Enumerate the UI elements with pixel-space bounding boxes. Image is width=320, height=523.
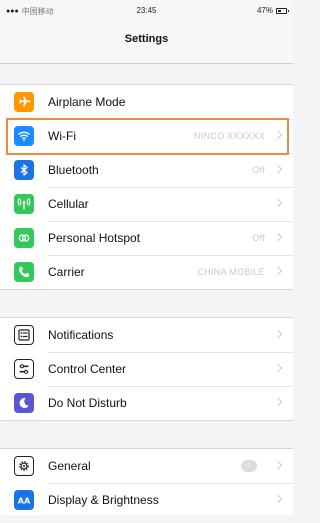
settings-row-cellular[interactable]: Cellular [0,187,293,221]
settings-row-wifi[interactable]: Wi-Fi NINCO XXXXXX [0,119,293,153]
settings-group-notifications: Notifications Control Center Do Not Dist… [0,317,293,421]
cellular-antenna-icon [14,194,34,214]
nav-bar: Settings [0,20,293,64]
page-title: Settings [124,33,169,45]
bottom-edge [0,515,293,523]
wifi-icon [14,126,34,146]
settings-row-do-not-disturb[interactable]: Do Not Disturb [0,386,293,420]
chevron-right-icon [273,232,283,242]
settings-row-label: Display & Brightness [48,493,159,507]
settings-row-carrier[interactable]: Carrier CHINA MOBILE [0,255,293,289]
settings-row-label: Bluetooth [48,163,99,177]
settings-row-control-center[interactable]: Control Center [0,352,293,386]
chevron-right-icon [273,397,283,407]
status-right: 47% [256,6,289,15]
gear-icon [14,456,34,476]
status-time: 23:45 [136,6,157,15]
settings-row-label: Carrier [48,265,85,279]
settings-row-personal-hotspot[interactable]: Personal Hotspot Off [0,221,293,255]
settings-row-general[interactable]: General 1 [0,449,293,483]
chevron-right-icon [273,266,283,276]
settings-row-label: Notifications [48,328,114,342]
settings-row-label: Do Not Disturb [48,396,127,410]
settings-row-label: Personal Hotspot [48,231,141,245]
hotspot-icon [14,228,34,248]
airplane-icon [14,92,34,112]
bluetooth-icon [14,160,34,180]
settings-row-label: Airplane Mode [48,95,126,109]
phone-icon [14,262,34,282]
settings-row-label: Control Center [48,362,127,376]
update-badge: 1 [241,460,257,472]
hotspot-status: Off [252,233,265,243]
battery-percent: 47% [256,6,273,15]
notifications-icon [14,325,34,345]
chevron-right-icon [273,494,283,504]
wifi-network-name: NINCO XXXXXX [193,131,265,141]
carrier-name: CHINA MOBILE [197,267,265,277]
settings-row-airplane-mode[interactable]: Airplane Mode [0,85,293,119]
control-center-icon [14,359,34,379]
chevron-right-icon [273,164,283,174]
moon-icon [14,393,34,413]
settings-row-label: Wi-Fi [48,129,76,143]
settings-group-general: General 1 AA Display & Brightness [0,448,293,518]
battery-icon [276,7,289,14]
chevron-right-icon [273,198,283,208]
display-brightness-icon: AA [14,490,34,510]
settings-row-bluetooth[interactable]: Bluetooth Off [0,153,293,187]
settings-row-label: Cellular [48,197,89,211]
svg-text:AA: AA [18,497,31,506]
chevron-right-icon [273,363,283,373]
chevron-right-icon [273,130,283,140]
chevron-right-icon [273,460,283,470]
settings-group-connectivity: Airplane Mode Wi-Fi NINCO XXXXXX Bluetoo… [0,84,293,290]
chevron-right-icon [273,329,283,339]
settings-row-notifications[interactable]: Notifications [0,318,293,352]
status-bar: ●●● 中国移动 23:45 47% [0,0,293,20]
bluetooth-status: Off [252,165,265,175]
settings-row-label: General [48,459,91,473]
settings-row-display-brightness[interactable]: AA Display & Brightness [0,483,293,517]
